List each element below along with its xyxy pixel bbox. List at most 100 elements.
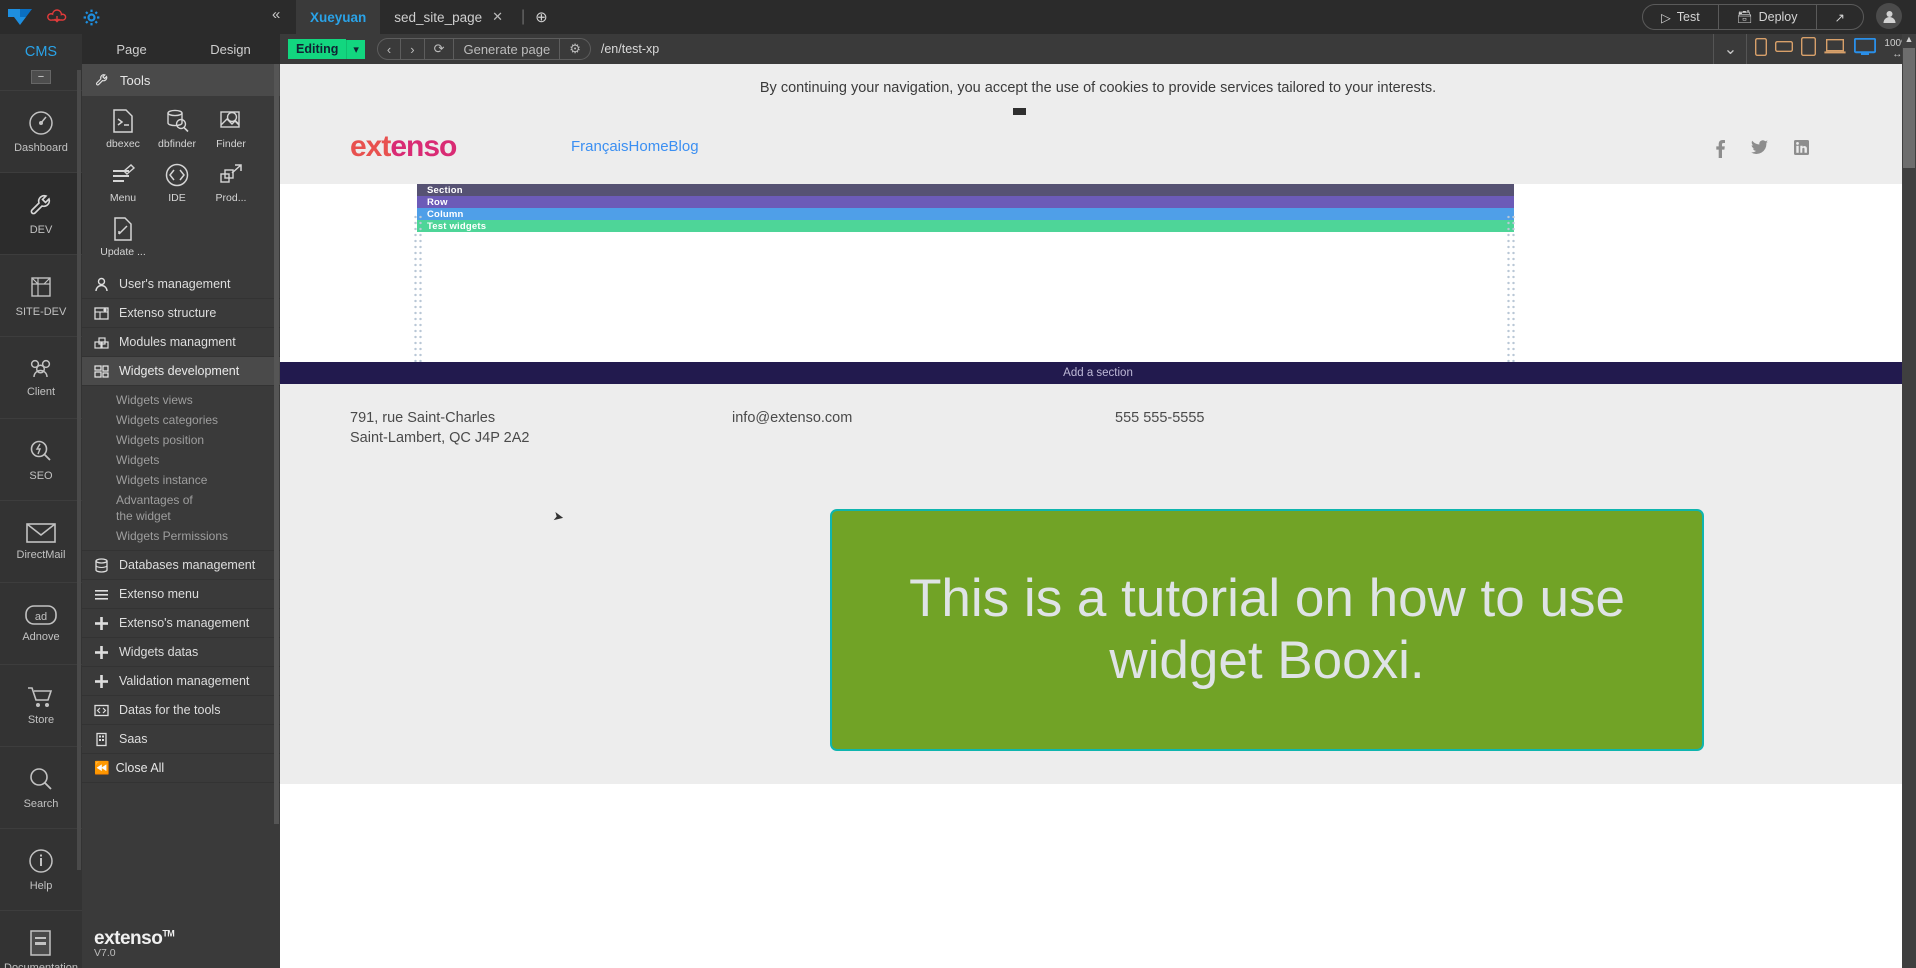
menu-item-extenso-menu[interactable]: Extenso menu — [82, 580, 280, 609]
sidebar-item-dashboard[interactable]: Dashboard — [0, 90, 82, 172]
sidebar-item-search[interactable]: Search — [0, 746, 82, 828]
app-logo-icon[interactable] — [0, 8, 40, 26]
tools-section-header[interactable]: Tools — [82, 64, 280, 96]
app-root: « Xueyuan sed_site_page ✕ | ⊕ ▷ Test 🗃 D… — [0, 0, 1916, 968]
linkedin-icon[interactable] — [1794, 140, 1809, 163]
sidebar-item-directmail[interactable]: DirectMail — [0, 500, 82, 582]
sidebar-item-adnove[interactable]: ad Adnove — [0, 582, 82, 664]
site-logo[interactable]: extenso — [350, 130, 457, 164]
tool-update[interactable]: Update ... — [96, 210, 150, 264]
editing-mode-button[interactable]: Editing — [288, 39, 347, 59]
menu-item-validation-management[interactable]: Validation management — [82, 667, 280, 696]
tool-finder[interactable]: Finder — [204, 102, 258, 156]
add-tab-icon[interactable]: ⊕ — [535, 8, 548, 26]
collapse-sidebar-button[interactable]: « — [272, 6, 280, 23]
scroll-up-arrow-icon[interactable]: ▲ — [1903, 34, 1915, 44]
toolbar-expand-button[interactable]: ⌄ — [1713, 34, 1748, 64]
menu-item-users-management[interactable]: User's management — [82, 270, 280, 299]
refresh-button[interactable]: ⟳ — [425, 38, 455, 60]
tool-menu[interactable]: Menu — [96, 156, 150, 210]
menu-item-widgets-development[interactable]: Widgets development — [82, 357, 280, 386]
facebook-icon[interactable] — [1716, 140, 1725, 163]
submenu-item-widgets-permissions[interactable]: Widgets Permissions — [82, 526, 280, 546]
rail-collapse-button[interactable]: − — [0, 70, 82, 84]
menu-item-modules-management[interactable]: Modules managment — [82, 328, 280, 357]
submenu-item-widgets-instance[interactable]: Widgets instance — [82, 470, 280, 490]
menu-edit-icon — [113, 164, 136, 182]
gear-icon[interactable] — [74, 9, 108, 26]
device-mobile-landscape-icon[interactable] — [1775, 40, 1794, 58]
tab-design[interactable]: Design — [181, 34, 280, 64]
menu-item-datas-for-the-tools[interactable]: Datas for the tools — [82, 696, 280, 725]
tool-ide[interactable]: IDE — [150, 156, 204, 210]
forward-button[interactable]: › — [401, 38, 425, 60]
panel-scrollbar[interactable] — [274, 64, 279, 824]
sidebar-item-seo[interactable]: SEO — [0, 418, 82, 500]
page-settings-button[interactable]: ⚙ — [560, 38, 590, 60]
sidebar-item-help[interactable]: Help — [0, 828, 82, 910]
menu-panel: Page Design Tools dbexec dbfinder Finder… — [82, 34, 280, 968]
strip-column[interactable]: Column — [417, 208, 1514, 220]
cloud-download-icon[interactable] — [40, 9, 74, 25]
strip-section[interactable]: Section — [417, 184, 1514, 196]
footer-email[interactable]: info@extenso.com — [732, 408, 852, 428]
url-bar[interactable]: /en/test-xp — [591, 42, 1714, 56]
sidebar-item-client[interactable]: Client — [0, 336, 82, 418]
menu-item-widgets-datas[interactable]: Widgets datas — [82, 638, 280, 667]
open-external-button[interactable]: ↗ — [1817, 5, 1863, 29]
menu-item-saas[interactable]: Saas — [82, 725, 280, 754]
sidebar-item-label: DirectMail — [16, 549, 66, 561]
close-all-button[interactable]: ⏪ Close All — [82, 754, 280, 783]
back-button[interactable]: ‹ — [378, 38, 402, 60]
device-laptop-icon[interactable] — [1824, 38, 1847, 60]
sidebar-item-documentation[interactable]: Documentation — [0, 910, 82, 968]
page-scrollbar-thumb[interactable] — [1903, 48, 1915, 168]
tool-dbexec[interactable]: dbexec — [96, 102, 150, 156]
device-desktop-icon[interactable] — [1854, 37, 1877, 61]
nav-link-home[interactable]: Home — [629, 138, 669, 155]
close-icon[interactable]: ✕ — [492, 9, 503, 25]
footer-phone[interactable]: 555 555-5555 — [1115, 408, 1205, 428]
menu-item-label: Widgets datas — [119, 645, 199, 659]
tab-label: Xueyuan — [310, 9, 367, 25]
submenu-item-widgets-categories[interactable]: Widgets categories — [82, 410, 280, 430]
sidebar-item-dev[interactable]: DEV — [0, 172, 82, 254]
nav-link-blog[interactable]: Blog — [669, 138, 699, 155]
device-tablet-icon[interactable] — [1801, 36, 1817, 61]
editing-mode-dropdown[interactable]: ▾ — [346, 39, 365, 59]
submenu-item-widgets-views[interactable]: Widgets views — [82, 390, 280, 410]
rail-scrollbar[interactable] — [77, 70, 81, 870]
cookie-notice-text: By continuing your navigation, you accep… — [759, 80, 1437, 96]
test-button[interactable]: ▷ Test — [1643, 5, 1719, 29]
sidebar-item-store[interactable]: Store — [0, 664, 82, 746]
user-avatar-icon[interactable] — [1876, 3, 1902, 29]
generate-page-button[interactable]: Generate page — [454, 38, 561, 60]
tools-grid: dbexec dbfinder Finder Menu IDE Prod... — [82, 96, 280, 270]
deploy-button[interactable]: 🗃 Deploy — [1719, 5, 1817, 29]
nav-link-francais[interactable]: Français — [571, 138, 629, 155]
submenu-item-advantages-of-the-widget[interactable]: Advantages of the widget — [82, 490, 202, 526]
tab-label: sed_site_page — [394, 9, 483, 25]
strip-row[interactable]: Row — [417, 196, 1514, 208]
menu-item-extenso-structure[interactable]: Extenso structure — [82, 299, 280, 328]
strip-test-widgets[interactable]: Test widgets — [417, 220, 1514, 232]
tab-xueyuan[interactable]: Xueyuan — [296, 0, 381, 34]
tools-header-label: Tools — [120, 72, 151, 88]
device-preview-group — [1747, 36, 1884, 61]
tool-dbfinder[interactable]: dbfinder — [150, 102, 204, 156]
twitter-icon[interactable] — [1751, 140, 1768, 163]
menu-item-databases-management[interactable]: Databases management — [82, 551, 280, 580]
add-section-bar[interactable]: Add a section — [280, 362, 1916, 384]
submenu-item-widgets-position[interactable]: Widgets position — [82, 430, 280, 450]
sidebar-item-site-dev[interactable]: SITE-DEV — [0, 254, 82, 336]
url-input[interactable]: /en/test-xp — [591, 42, 659, 56]
menu-item-extensos-management[interactable]: Extenso's management — [82, 609, 280, 638]
tab-sed-site-page[interactable]: sed_site_page ✕ — [380, 0, 517, 34]
footer-logo-text: extenso — [94, 928, 163, 949]
page-scrollbar-track[interactable] — [1902, 34, 1916, 968]
mobile-menu-icon[interactable] — [1013, 108, 1026, 115]
tool-prod[interactable]: Prod... — [204, 156, 258, 210]
tab-page[interactable]: Page — [82, 34, 181, 64]
submenu-item-widgets[interactable]: Widgets — [82, 450, 280, 470]
device-mobile-icon[interactable] — [1755, 37, 1768, 61]
